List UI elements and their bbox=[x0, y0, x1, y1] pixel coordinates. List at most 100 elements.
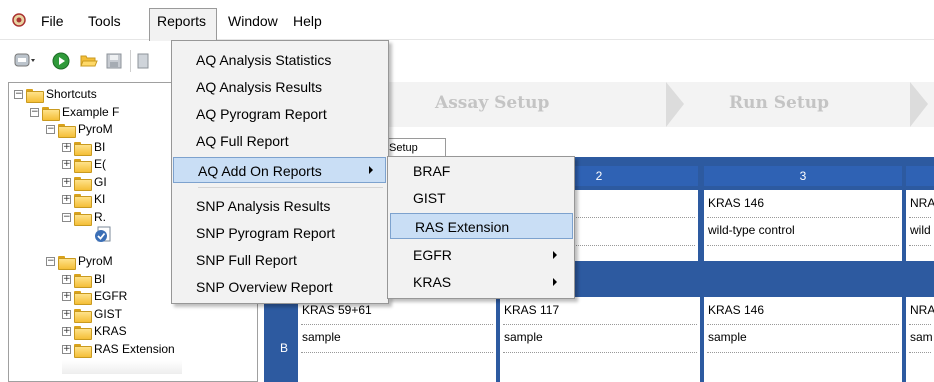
expand-icon[interactable]: + bbox=[62, 178, 71, 188]
well-assay: KRAS 59+61 bbox=[302, 303, 372, 317]
folder-icon bbox=[74, 290, 92, 305]
expand-icon[interactable]: + bbox=[62, 275, 71, 285]
tree-node-ras-extension[interactable]: + RAS Extension bbox=[62, 341, 175, 358]
divider bbox=[909, 217, 931, 218]
expand-icon[interactable]: + bbox=[62, 160, 71, 170]
well-sample: sample bbox=[302, 330, 341, 344]
collapse-icon[interactable]: − bbox=[62, 213, 71, 223]
menu-item-aq-analysis-statistics[interactable]: AQ Analysis Statistics bbox=[172, 47, 331, 73]
tree-next-row-partial bbox=[62, 360, 182, 374]
tree-node-label: Example F bbox=[62, 105, 120, 119]
expand-icon[interactable]: + bbox=[62, 143, 71, 153]
well-assay: NRA bbox=[910, 303, 934, 317]
checked-file-icon[interactable] bbox=[94, 226, 112, 242]
submenu-item-kras[interactable]: KRAS bbox=[389, 269, 451, 295]
menu-item-aq-pyrogram-report[interactable]: AQ Pyrogram Report bbox=[172, 101, 327, 127]
tree-node-egfr-1[interactable]: + E( bbox=[62, 156, 106, 173]
tree-node-label: GI bbox=[94, 175, 107, 189]
menu-reports[interactable]: Reports bbox=[154, 13, 209, 31]
expand-icon[interactable]: + bbox=[62, 195, 71, 205]
plate-well-a3[interactable]: KRAS 146 wild-type control bbox=[704, 190, 902, 261]
well-assay: KRAS 146 bbox=[708, 303, 765, 317]
tree-node-egfr-2[interactable]: + EGFR bbox=[62, 288, 127, 305]
step-run-setup[interactable]: Run Setup bbox=[729, 93, 829, 113]
tree-node-label: RAS Extension bbox=[94, 342, 175, 356]
submenu-arrow-icon bbox=[369, 166, 373, 174]
folder-icon bbox=[74, 176, 92, 191]
folder-icon bbox=[74, 141, 92, 156]
submenu-item-braf[interactable]: BRAF bbox=[389, 158, 450, 184]
plate-well-b1[interactable]: KRAS 59+61 sample bbox=[298, 297, 496, 382]
submenu-item-gist[interactable]: GIST bbox=[389, 185, 446, 211]
tree-node-label: E( bbox=[94, 157, 106, 171]
folder-icon bbox=[74, 158, 92, 173]
menu-help[interactable]: Help bbox=[290, 13, 325, 31]
folder-icon bbox=[74, 211, 92, 226]
divider bbox=[301, 352, 493, 353]
tree-node-gist-1[interactable]: + GI bbox=[62, 174, 107, 191]
submenu-arrow-icon bbox=[553, 278, 557, 286]
plate-well-b2[interactable]: KRAS 117 sample bbox=[500, 297, 700, 382]
tree-node-pyromark-1[interactable]: − PyroM bbox=[46, 121, 113, 138]
menu-item-snp-overview-report[interactable]: SNP Overview Report bbox=[172, 274, 333, 300]
collapse-icon[interactable]: − bbox=[46, 125, 55, 135]
submenu-arrow-icon bbox=[553, 251, 557, 259]
submenu-item-egfr[interactable]: EGFR bbox=[389, 242, 452, 268]
menu-file[interactable]: File bbox=[38, 13, 67, 31]
tree-node-kras-1[interactable]: + KI bbox=[62, 191, 105, 208]
column-header-4 bbox=[906, 166, 934, 186]
tree-node-kras-2[interactable]: + KRAS bbox=[62, 323, 127, 340]
folder-icon bbox=[74, 308, 92, 323]
divider bbox=[707, 217, 899, 218]
menu-tools[interactable]: Tools bbox=[85, 13, 124, 31]
tree-node-gist-2[interactable]: + GIST bbox=[62, 306, 122, 323]
toolbar-more-icon[interactable] bbox=[137, 53, 153, 69]
divider bbox=[503, 324, 697, 325]
menu-item-aq-full-report[interactable]: AQ Full Report bbox=[172, 128, 289, 154]
tree-node-label: PyroM bbox=[78, 254, 113, 268]
tree-node-pyromark-2[interactable]: − PyroM bbox=[46, 253, 113, 270]
menu-window[interactable]: Window bbox=[225, 13, 281, 31]
plate-well-a4[interactable]: NRA wild bbox=[906, 190, 934, 261]
folder-icon bbox=[26, 88, 44, 103]
new-document-icon[interactable] bbox=[14, 52, 35, 68]
collapse-icon[interactable]: − bbox=[30, 108, 39, 118]
folder-icon bbox=[74, 325, 92, 340]
step-assay-setup[interactable]: Assay Setup bbox=[435, 93, 549, 113]
menu-item-snp-pyrogram-report[interactable]: SNP Pyrogram Report bbox=[172, 220, 335, 246]
menu-bar bbox=[0, 0, 934, 40]
tree-node-shortcuts[interactable]: − Shortcuts bbox=[14, 86, 97, 103]
tree-node-braf-2[interactable]: + BI bbox=[62, 271, 105, 288]
menu-item-aq-add-on-reports[interactable]: AQ Add On Reports bbox=[173, 157, 386, 183]
divider bbox=[909, 245, 931, 246]
tree-node-example[interactable]: − Example F bbox=[30, 104, 119, 121]
well-assay: NRA bbox=[910, 196, 934, 210]
row-header-b: B bbox=[280, 341, 289, 355]
expand-icon[interactable]: + bbox=[62, 345, 71, 355]
plate-well-b3[interactable]: KRAS 146 sample bbox=[704, 297, 902, 382]
column-header-3: 3 bbox=[704, 166, 902, 186]
tree-node-braf-1[interactable]: + BI bbox=[62, 139, 105, 156]
expand-icon[interactable]: + bbox=[62, 327, 71, 337]
toolbar-separator bbox=[130, 50, 131, 72]
menu-item-label: RAS Extension bbox=[415, 219, 510, 235]
run-icon[interactable] bbox=[52, 52, 70, 70]
open-folder-icon[interactable] bbox=[80, 53, 98, 69]
step-divider bbox=[666, 82, 684, 127]
menu-item-aq-analysis-results[interactable]: AQ Analysis Results bbox=[172, 74, 322, 100]
collapse-icon[interactable]: − bbox=[46, 257, 55, 267]
menu-item-snp-full-report[interactable]: SNP Full Report bbox=[172, 247, 297, 273]
submenu-item-ras-extension[interactable]: RAS Extension bbox=[390, 213, 573, 239]
well-sample: wild-type control bbox=[708, 223, 795, 237]
tree-node-label: KRAS bbox=[94, 324, 127, 338]
collapse-icon[interactable]: − bbox=[14, 90, 23, 100]
save-icon[interactable] bbox=[106, 53, 122, 69]
menu-item-snp-analysis-results[interactable]: SNP Analysis Results bbox=[172, 193, 330, 219]
divider bbox=[503, 352, 697, 353]
plate-well-b4[interactable]: NRA sam bbox=[906, 297, 934, 382]
divider bbox=[909, 352, 931, 353]
expand-icon[interactable]: + bbox=[62, 292, 71, 302]
app-logo-icon bbox=[12, 13, 26, 27]
expand-icon[interactable]: + bbox=[62, 310, 71, 320]
tree-node-ras-1[interactable]: − R. bbox=[62, 209, 106, 226]
